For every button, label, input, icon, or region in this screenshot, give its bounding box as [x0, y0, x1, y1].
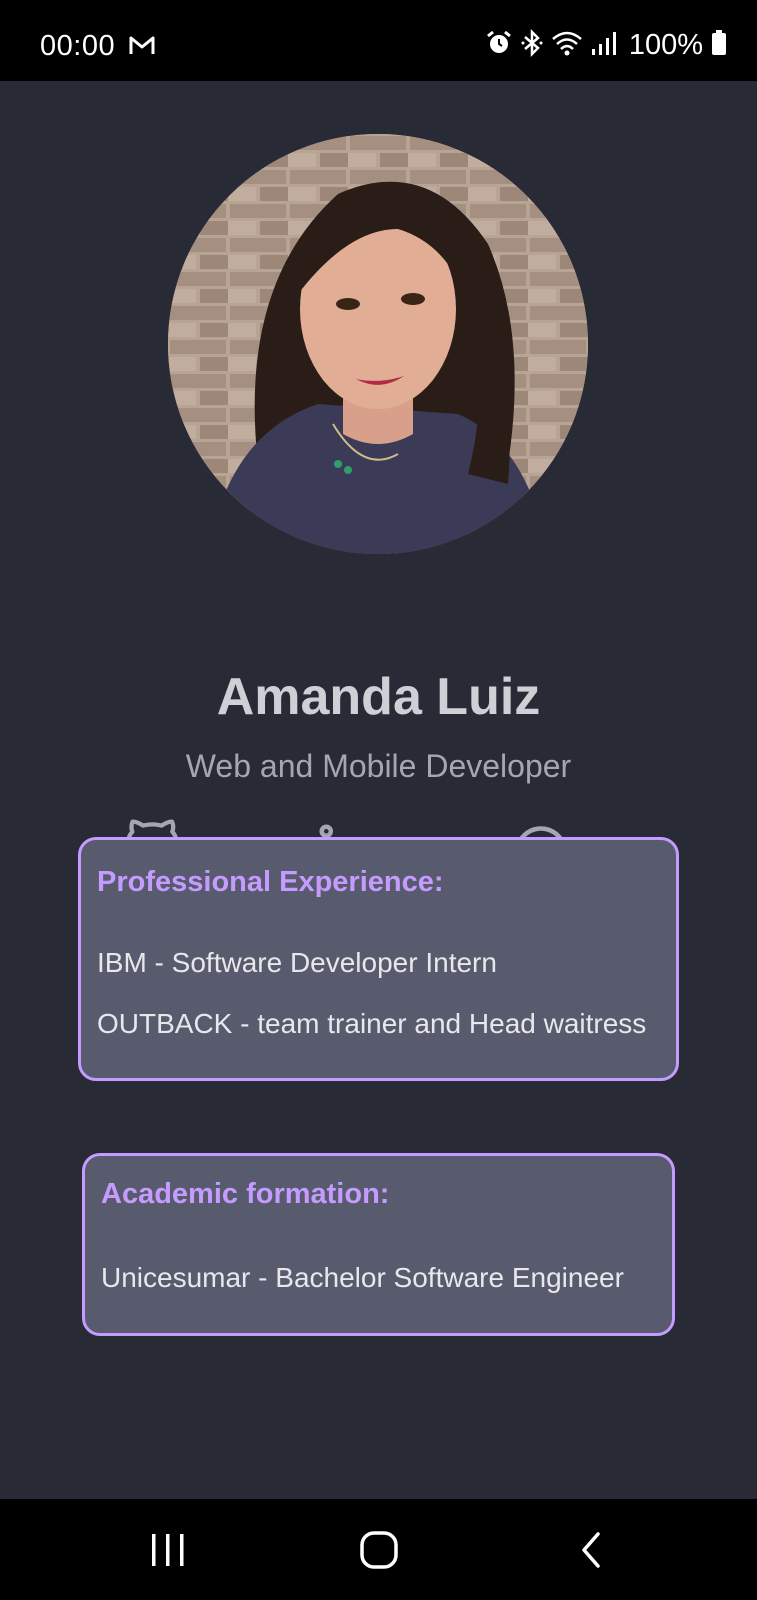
- back-icon[interactable]: [568, 1525, 624, 1575]
- wifi-icon: [551, 30, 583, 61]
- list-item: IBM - Software Developer Intern: [97, 947, 497, 978]
- status-bar: 00:00 100%: [0, 0, 757, 81]
- navigation-bar: [0, 1499, 757, 1600]
- profile-subtitle: Web and Mobile Developer: [185, 748, 572, 784]
- alarm-icon: [485, 29, 513, 62]
- bluetooth-icon: [521, 28, 543, 62]
- signal-icon: [591, 30, 617, 61]
- profile-photo: [168, 134, 588, 554]
- status-icons: 100%: [485, 28, 727, 62]
- academic-title: Academic formation:: [101, 1178, 390, 1210]
- list-item: OUTBACK - team trainer and Head waitress: [97, 1008, 647, 1039]
- gmail-icon: [128, 34, 156, 61]
- status-time: 00:00: [40, 30, 116, 62]
- recent-apps-icon[interactable]: [140, 1525, 196, 1575]
- experience-card: Professional Experience: IBM - Software …: [78, 837, 679, 1081]
- battery-percentage: 100%: [628, 28, 703, 61]
- home-icon[interactable]: [352, 1525, 408, 1575]
- academic-card: Academic formation: Unicesumar - Bachelo…: [82, 1153, 675, 1336]
- experience-title: Professional Experience:: [97, 866, 444, 898]
- profile-screen: Amanda Luiz Web and Mobile Developer Pro…: [0, 81, 757, 1499]
- profile-name: Amanda Luiz: [216, 668, 541, 726]
- battery-icon: [711, 29, 727, 61]
- list-item: Unicesumar - Bachelor Software Engineer: [101, 1262, 624, 1293]
